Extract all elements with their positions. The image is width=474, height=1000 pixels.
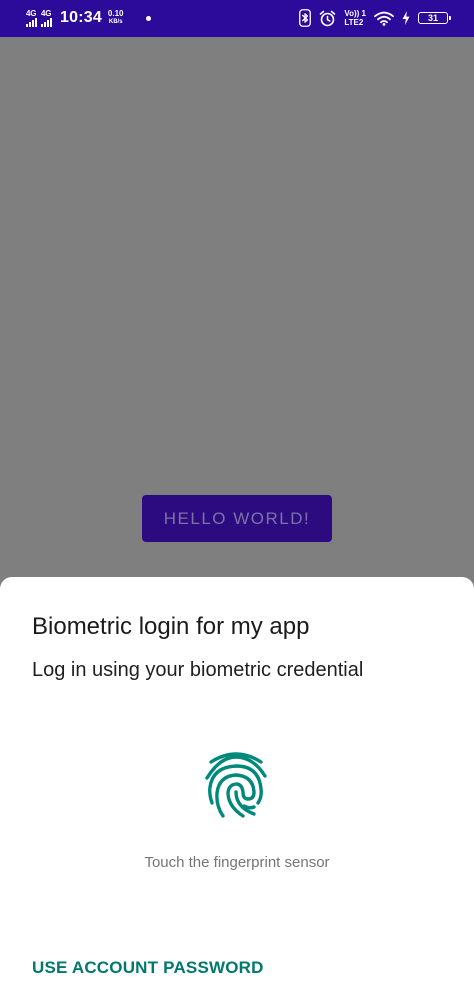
battery-icon: 31 [418, 12, 451, 24]
status-bar-right: Vo)) 1 LTE2 31 [299, 8, 451, 28]
sim2-network-type: 4G [41, 8, 52, 18]
network-speed: 0.10 KB/s [108, 10, 124, 26]
network-speed-unit: KB/s [108, 19, 123, 25]
battery-level: 31 [427, 12, 438, 23]
bluetooth-icon [299, 9, 312, 27]
notification-dot-icon [145, 15, 151, 21]
volte-label: Vo)) 1 [344, 9, 366, 18]
hello-world-button[interactable]: HELLO WORLD! [142, 495, 332, 542]
signal-icon [26, 17, 37, 27]
status-bar-left: 4G 4G 10:34 0.10 KB/s [26, 8, 151, 28]
sim2-signal: 4G [41, 8, 52, 27]
prompt-title: Biometric login for my app [32, 613, 310, 640]
prompt-subtitle: Log in using your biometric credential [32, 659, 364, 681]
clock: 10:34 [60, 9, 102, 26]
wifi-icon [374, 11, 394, 26]
sim1-network-type: 4G [26, 8, 37, 18]
status-bar: 4G 4G 10:34 0.10 KB/s Vo)) 1 LTE2 31 [0, 0, 474, 37]
charging-icon [402, 11, 410, 25]
signal-icon [41, 17, 52, 27]
volte-indicator: Vo)) 1 LTE2 [344, 9, 366, 27]
biometric-prompt-sheet: Biometric login for my app Log in using … [0, 577, 474, 1000]
use-account-password-button[interactable]: USE ACCOUNT PASSWORD [32, 958, 264, 978]
network-speed-value: 0.10 [107, 9, 124, 18]
sim1-signal: 4G [26, 8, 37, 27]
fingerprint-hint: Touch the fingerprint sensor [144, 854, 330, 871]
alarm-icon [319, 10, 336, 27]
fingerprint-icon [205, 752, 267, 818]
lte-label: LTE2 [344, 18, 364, 27]
